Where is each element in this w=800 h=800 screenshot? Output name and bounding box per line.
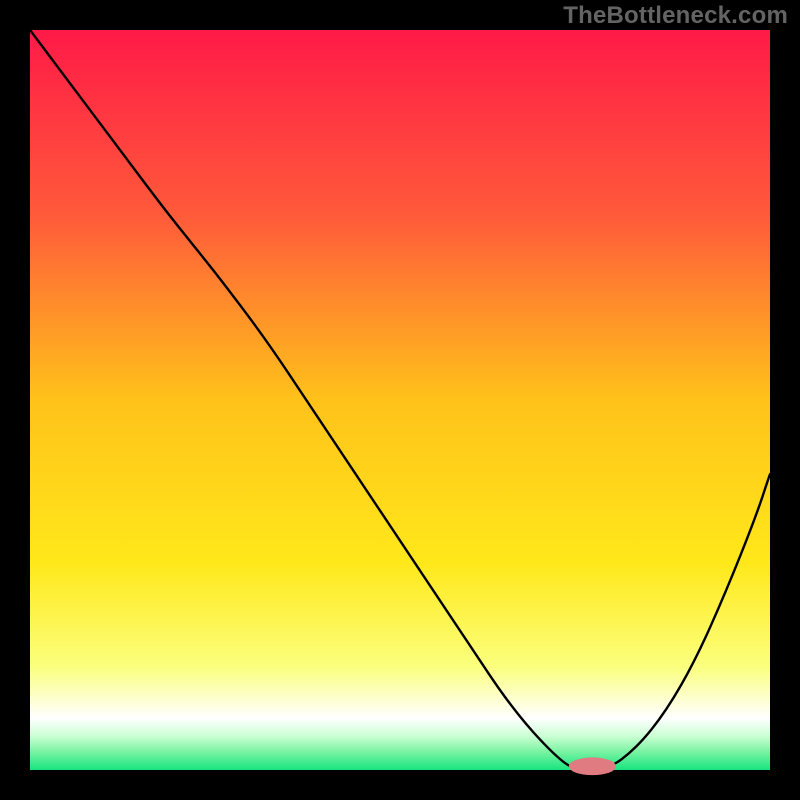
chart-svg: [0, 0, 800, 800]
plot-background: [30, 30, 770, 770]
chart-frame: TheBottleneck.com: [0, 0, 800, 800]
optimal-range-marker: [569, 757, 616, 775]
watermark-text: TheBottleneck.com: [563, 2, 788, 30]
